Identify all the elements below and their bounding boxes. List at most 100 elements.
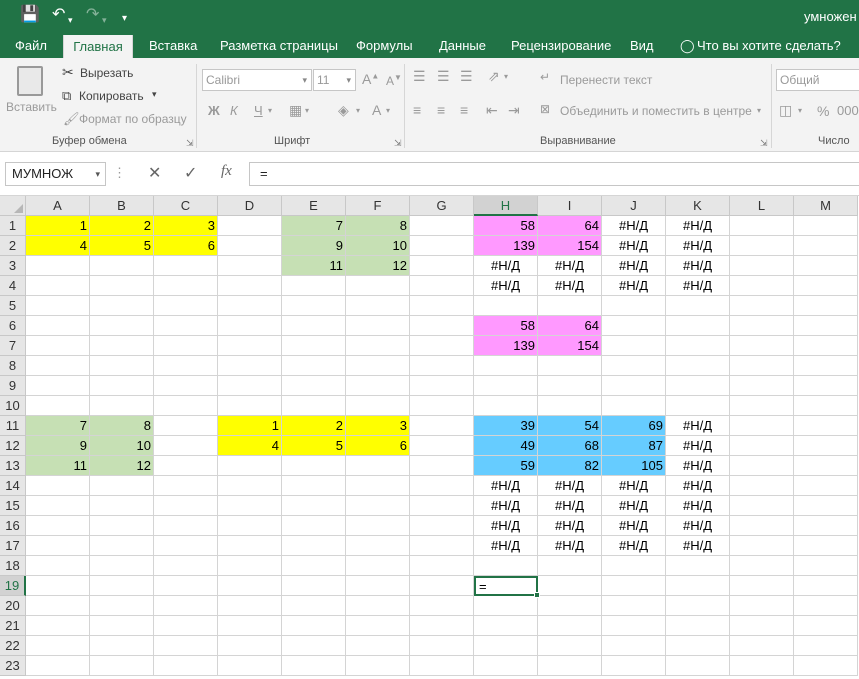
cell-m21[interactable] (794, 616, 858, 636)
cell-a3[interactable] (26, 256, 90, 276)
format-painter-button[interactable]: Формат по образцу (79, 112, 187, 126)
alignment-launcher-icon[interactable]: ⇲ (760, 138, 768, 149)
cell-e1[interactable]: 7 (282, 216, 346, 236)
cell-i8[interactable] (538, 356, 602, 376)
cell-h13[interactable]: 59 (474, 456, 538, 476)
align-bottom-icon[interactable]: ☰ (460, 68, 473, 85)
cell-g6[interactable] (410, 316, 474, 336)
cell-b10[interactable] (90, 396, 154, 416)
cell-f19[interactable] (346, 576, 410, 596)
cell-d22[interactable] (218, 636, 282, 656)
cell-g20[interactable] (410, 596, 474, 616)
row-header-21[interactable]: 21 (0, 616, 26, 636)
currency-dropdown-icon[interactable]: ▾ (798, 106, 802, 115)
cell-h15[interactable]: #Н/Д (474, 496, 538, 516)
cell-a23[interactable] (26, 656, 90, 676)
cell-e16[interactable] (282, 516, 346, 536)
row-header-19[interactable]: 19 (0, 576, 26, 596)
cell-d3[interactable] (218, 256, 282, 276)
cancel-icon[interactable]: ✕ (148, 163, 161, 183)
merge-center-button[interactable]: Объединить и поместить в центре (560, 104, 752, 118)
cell-g12[interactable] (410, 436, 474, 456)
cell-h22[interactable] (474, 636, 538, 656)
cell-i3[interactable]: #Н/Д (538, 256, 602, 276)
column-header-a[interactable]: A (26, 196, 90, 216)
cell-b13[interactable]: 12 (90, 456, 154, 476)
cell-c7[interactable] (154, 336, 218, 356)
cell-i13[interactable]: 82 (538, 456, 602, 476)
cell-i2[interactable]: 154 (538, 236, 602, 256)
cell-l4[interactable] (730, 276, 794, 296)
cell-f17[interactable] (346, 536, 410, 556)
cell-f11[interactable]: 3 (346, 416, 410, 436)
cell-i6[interactable]: 64 (538, 316, 602, 336)
cell-i16[interactable]: #Н/Д (538, 516, 602, 536)
row-header-11[interactable]: 11 (0, 416, 26, 436)
cell-b5[interactable] (90, 296, 154, 316)
cell-f22[interactable] (346, 636, 410, 656)
cell-b21[interactable] (90, 616, 154, 636)
cell-k20[interactable] (666, 596, 730, 616)
cell-j4[interactable]: #Н/Д (602, 276, 666, 296)
cell-j10[interactable] (602, 396, 666, 416)
fill-handle[interactable] (534, 592, 540, 598)
cell-e13[interactable] (282, 456, 346, 476)
cell-g7[interactable] (410, 336, 474, 356)
cell-d17[interactable] (218, 536, 282, 556)
cell-g5[interactable] (410, 296, 474, 316)
cell-l15[interactable] (730, 496, 794, 516)
cell-b16[interactable] (90, 516, 154, 536)
cell-e14[interactable] (282, 476, 346, 496)
fill-color-dropdown-icon[interactable]: ▾ (356, 106, 360, 115)
tab-formulas[interactable]: Формулы (356, 33, 413, 58)
row-header-3[interactable]: 3 (0, 256, 26, 276)
cell-f10[interactable] (346, 396, 410, 416)
cell-l3[interactable] (730, 256, 794, 276)
cell-j11[interactable]: 69 (602, 416, 666, 436)
cell-k18[interactable] (666, 556, 730, 576)
number-format-box[interactable]: Общий (776, 69, 859, 91)
tab-insert[interactable]: Вставка (149, 33, 197, 58)
cell-e8[interactable] (282, 356, 346, 376)
cell-m23[interactable] (794, 656, 858, 676)
row-header-6[interactable]: 6 (0, 316, 26, 336)
cell-k11[interactable]: #Н/Д (666, 416, 730, 436)
cell-e17[interactable] (282, 536, 346, 556)
cell-l14[interactable] (730, 476, 794, 496)
cell-h8[interactable] (474, 356, 538, 376)
cell-m7[interactable] (794, 336, 858, 356)
formula-input[interactable]: = (249, 162, 859, 186)
cell-d21[interactable] (218, 616, 282, 636)
cell-m16[interactable] (794, 516, 858, 536)
cell-h21[interactable] (474, 616, 538, 636)
cell-l16[interactable] (730, 516, 794, 536)
cell-f20[interactable] (346, 596, 410, 616)
cell-m15[interactable] (794, 496, 858, 516)
cell-l6[interactable] (730, 316, 794, 336)
undo-dropdown-icon[interactable]: ▾ (68, 10, 73, 30)
cell-b22[interactable] (90, 636, 154, 656)
align-left-icon[interactable]: ≡ (413, 102, 421, 118)
cell-l9[interactable] (730, 376, 794, 396)
cell-f7[interactable] (346, 336, 410, 356)
font-name-dropdown-icon[interactable]: ▾ (302, 70, 307, 90)
cell-i7[interactable]: 154 (538, 336, 602, 356)
cell-f9[interactable] (346, 376, 410, 396)
cell-m22[interactable] (794, 636, 858, 656)
name-box[interactable]: МУМНОЖ ▾ (5, 162, 106, 186)
cell-i10[interactable] (538, 396, 602, 416)
underline-dropdown-icon[interactable]: ▾ (268, 106, 272, 115)
cell-l12[interactable] (730, 436, 794, 456)
cell-b7[interactable] (90, 336, 154, 356)
row-header-13[interactable]: 13 (0, 456, 26, 476)
cell-m6[interactable] (794, 316, 858, 336)
cell-l2[interactable] (730, 236, 794, 256)
cell-h16[interactable]: #Н/Д (474, 516, 538, 536)
row-header-12[interactable]: 12 (0, 436, 26, 456)
increase-font-icon[interactable]: A▲ (362, 71, 379, 87)
cell-g23[interactable] (410, 656, 474, 676)
cell-j13[interactable]: 105 (602, 456, 666, 476)
row-header-23[interactable]: 23 (0, 656, 26, 676)
cell-k4[interactable]: #Н/Д (666, 276, 730, 296)
cell-a17[interactable] (26, 536, 90, 556)
